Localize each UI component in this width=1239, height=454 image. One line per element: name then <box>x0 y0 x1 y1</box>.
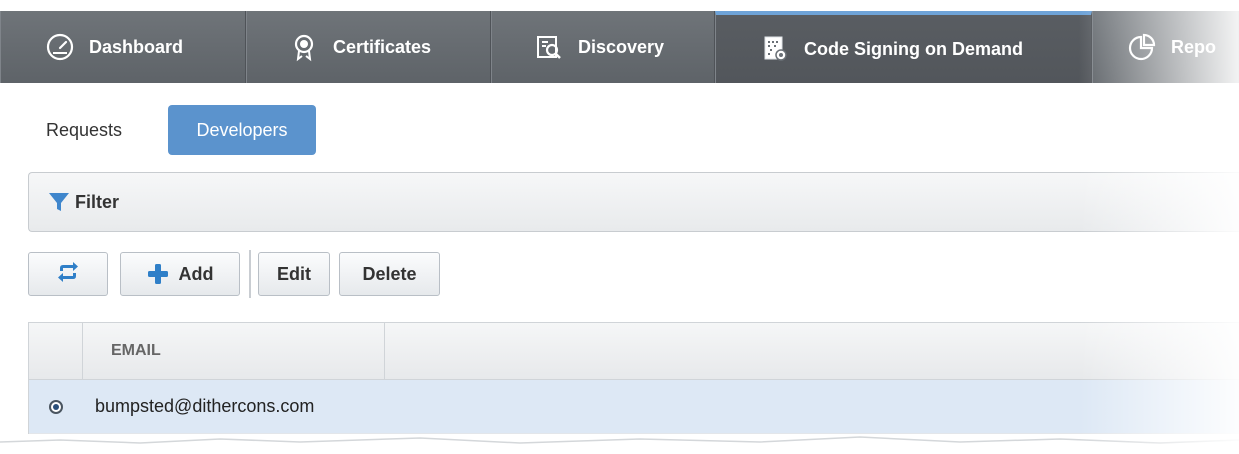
subtab-requests[interactable]: Requests <box>46 105 122 155</box>
tab-label: Code Signing on Demand <box>804 38 1023 59</box>
torn-edge <box>0 436 1239 454</box>
add-button[interactable]: Add <box>120 252 240 296</box>
table-header: EMAIL <box>29 322 1239 380</box>
tab-label: Certificates <box>333 36 432 57</box>
top-navigation: Dashboard Certificates Discovery Code Si… <box>0 11 1239 83</box>
tab-code-signing-on-demand[interactable]: Code Signing on Demand <box>715 11 1092 83</box>
filter-label: Filter <box>75 191 120 212</box>
radio-selected-icon <box>49 399 63 414</box>
award-ribbon-icon <box>289 32 319 62</box>
signed-document-icon <box>760 34 790 64</box>
tab-certificates[interactable]: Certificates <box>246 11 491 83</box>
document-search-icon <box>534 32 564 62</box>
tab-discovery[interactable]: Discovery <box>491 11 715 83</box>
tab-dashboard[interactable]: Dashboard <box>0 11 246 83</box>
refresh-button[interactable] <box>28 252 108 296</box>
developers-table: EMAIL bumpsted@dithercons.com <box>28 322 1239 434</box>
select-column-header <box>29 323 83 379</box>
toolbar-divider <box>249 250 251 298</box>
delete-button[interactable]: Delete <box>339 252 440 296</box>
filter-bar[interactable]: Filter <box>28 172 1239 232</box>
tab-label: Dashboard <box>89 36 184 57</box>
tab-label: Discovery <box>578 36 665 57</box>
plus-icon <box>147 263 169 285</box>
pie-chart-icon <box>1127 32 1157 62</box>
funnel-icon <box>45 188 73 216</box>
subtab-developers[interactable]: Developers <box>168 105 316 155</box>
add-label: Add <box>178 263 214 284</box>
email-column-header[interactable]: EMAIL <box>83 323 385 379</box>
tab-label: Repo <box>1171 36 1216 57</box>
table-row[interactable]: bumpsted@dithercons.com <box>29 380 1239 434</box>
speedometer-icon <box>45 32 75 62</box>
refresh-icon <box>55 260 81 289</box>
row-select-radio[interactable] <box>29 399 83 414</box>
edit-button[interactable]: Edit <box>258 252 330 296</box>
tab-reports[interactable]: Repo <box>1092 11 1239 83</box>
email-cell: bumpsted@dithercons.com <box>95 396 315 416</box>
